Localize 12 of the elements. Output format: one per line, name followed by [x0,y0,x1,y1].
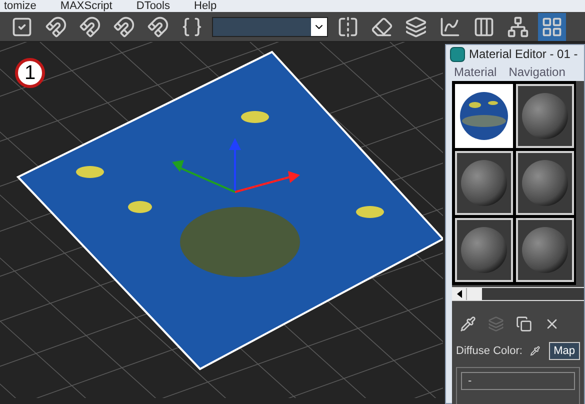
menu-item[interactable]: Help [194,0,217,12]
viewport-number-badge: 1 [15,58,45,88]
window-title: Material Editor - 01 - [469,46,578,63]
diffuse-color-label: Diffuse Color: [456,344,522,359]
map-button[interactable]: Map [548,342,580,360]
menu-item[interactable]: MAXScript [60,0,112,12]
menu-item[interactable]: DTools [136,0,170,12]
menu-item[interactable]: Navigation [508,63,566,81]
menu-item[interactable]: Material [454,63,497,81]
viewport[interactable]: 1 [0,42,444,398]
menu-item[interactable]: tomize [4,0,36,12]
map-name-field[interactable]: - [461,372,575,390]
